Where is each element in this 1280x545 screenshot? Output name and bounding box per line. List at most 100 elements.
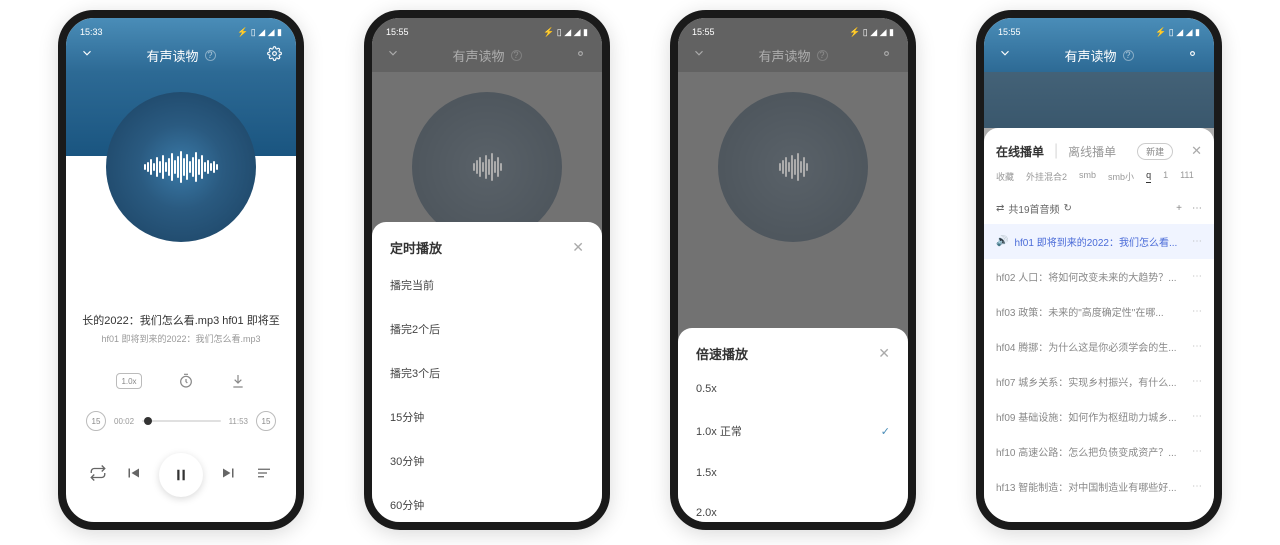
status-time: 15:55 bbox=[386, 27, 409, 37]
waveform-icon bbox=[144, 151, 218, 183]
more-icon[interactable]: ⋯ bbox=[1192, 481, 1202, 492]
playlist-tabs: 在线播单 | 离线播单 新建 ✕ bbox=[984, 142, 1214, 170]
album-disc bbox=[106, 92, 256, 242]
refresh-icon[interactable]: ↻ bbox=[1064, 203, 1072, 214]
status-bar: 15:55 ⚡ ▯ ◢ ◢ ▮ bbox=[678, 22, 908, 42]
timer-option[interactable]: 60分钟 bbox=[372, 483, 602, 527]
playlist-icon[interactable] bbox=[255, 464, 273, 487]
repeat-icon[interactable] bbox=[89, 464, 107, 487]
speaker-icon: 🔊 bbox=[996, 236, 1008, 247]
playlist-item[interactable]: hf13 智能制造：对中国制造业有哪些好...⋯ bbox=[984, 469, 1214, 504]
more-icon[interactable]: ⋯ bbox=[1192, 306, 1202, 317]
next-button[interactable] bbox=[220, 464, 238, 487]
tab-offline[interactable]: 离线播单 bbox=[1068, 143, 1116, 160]
status-time: 15:33 bbox=[80, 27, 103, 37]
count-label: 共19首音频 bbox=[1008, 201, 1059, 216]
timer-option[interactable]: 30分钟 bbox=[372, 439, 602, 483]
chevron-down-icon[interactable] bbox=[998, 46, 1012, 65]
gear-icon[interactable] bbox=[267, 46, 282, 66]
playlist-item[interactable]: hf03 政策：未来的"高度确定性"在哪...⋯ bbox=[984, 294, 1214, 329]
sheet-title: 倍速播放 bbox=[696, 344, 748, 363]
status-bar: 15:33 ⚡ ▯ ◢ ◢ ▮ bbox=[66, 22, 296, 42]
playlist-item[interactable]: hf02 人口：将如何改变未来的大趋势？...⋯ bbox=[984, 259, 1214, 294]
status-bar: 15:55 ⚡ ▯ ◢ ◢ ▮ bbox=[984, 22, 1214, 42]
close-icon[interactable]: ✕ bbox=[1191, 143, 1202, 159]
status-icons: ⚡ ▯ ◢ ◢ ▮ bbox=[237, 27, 282, 38]
chevron-down-icon[interactable] bbox=[80, 46, 94, 65]
source-tabs: 收藏外挂混合2smbsmb小q1111 bbox=[984, 170, 1214, 193]
tab-online[interactable]: 在线播单 bbox=[996, 143, 1044, 160]
header-title: 有声读物? bbox=[1064, 46, 1133, 65]
download-icon[interactable] bbox=[230, 373, 246, 389]
timer-option[interactable]: 播完2个后 bbox=[372, 307, 602, 351]
prev-button[interactable] bbox=[124, 464, 142, 487]
playlist-item[interactable]: hf10 高速公路：怎么把负债变成资产？...⋯ bbox=[984, 434, 1214, 469]
phone-timer-sheet: 15:55 ⚡ ▯ ◢ ◢ ▮ 有声读物? 定时播放 ✕ 播完当前播完2个后播完… bbox=[364, 10, 610, 530]
skip-forward-button[interactable]: 15 bbox=[256, 411, 276, 431]
shuffle-icon[interactable]: ⇄ bbox=[996, 203, 1004, 214]
speed-sheet: 倍速播放 ✕ 0.5x1.0x 正常✓1.5x2.0x bbox=[678, 328, 908, 522]
main-controls bbox=[66, 453, 296, 497]
elapsed-time: 00:02 bbox=[114, 417, 134, 426]
track-subtitle: hf01 即将到来的2022：我们怎么看.mp3 bbox=[78, 332, 284, 345]
playlist-item[interactable]: hf04 腾挪：为什么这是你必须学会的生...⋯ bbox=[984, 329, 1214, 364]
source-tab[interactable]: 1 bbox=[1163, 170, 1168, 183]
playlist-item[interactable]: hf07 城乡关系：实现乡村振兴，有什么...⋯ bbox=[984, 364, 1214, 399]
source-tab[interactable]: smb bbox=[1079, 170, 1096, 183]
skip-back-button[interactable]: 15 bbox=[86, 411, 106, 431]
album-area bbox=[66, 72, 296, 312]
playlist-item[interactable]: hf09 基础设施：如何作为枢纽助力城乡...⋯ bbox=[984, 399, 1214, 434]
more-icon[interactable]: ⋯ bbox=[1192, 341, 1202, 352]
more-icon[interactable]: ⋯ bbox=[1192, 203, 1202, 214]
header-title: 有声读物? bbox=[146, 46, 215, 65]
check-icon: ✓ bbox=[881, 425, 890, 438]
status-icons: ⚡ ▯ ◢ ◢ ▮ bbox=[849, 27, 894, 38]
status-time: 15:55 bbox=[692, 27, 715, 37]
source-tab[interactable]: smb小 bbox=[1108, 170, 1134, 183]
progress-row: 15 00:02 11:53 15 bbox=[66, 403, 296, 439]
play-pause-button[interactable] bbox=[159, 453, 203, 497]
source-tab[interactable]: 收藏 bbox=[996, 170, 1014, 183]
more-icon[interactable]: ⋯ bbox=[1192, 376, 1202, 387]
status-bar: 15:55 ⚡ ▯ ◢ ◢ ▮ bbox=[372, 22, 602, 42]
source-tab[interactable]: q bbox=[1146, 170, 1151, 183]
new-button[interactable]: 新建 bbox=[1137, 143, 1173, 160]
speed-button[interactable]: 1.0x bbox=[116, 373, 141, 389]
close-icon[interactable]: ✕ bbox=[878, 345, 890, 362]
gear-icon[interactable] bbox=[1185, 46, 1200, 66]
source-tab[interactable]: 111 bbox=[1180, 170, 1194, 183]
status-icons: ⚡ ▯ ◢ ◢ ▮ bbox=[543, 27, 588, 38]
track-title: 长的2022：我们怎么看.mp3 hf01 即将至 bbox=[78, 312, 284, 328]
timer-option[interactable]: 播完3个后 bbox=[372, 351, 602, 395]
speed-option[interactable]: 0.5x bbox=[678, 369, 908, 409]
playlist-item[interactable]: 🔊hf01 即将到来的2022：我们怎么看...⋯ bbox=[984, 224, 1214, 259]
status-time: 15:55 bbox=[998, 27, 1021, 37]
source-tab[interactable]: 外挂混合2 bbox=[1026, 170, 1067, 183]
track-info: 长的2022：我们怎么看.mp3 hf01 即将至 hf01 即将到来的2022… bbox=[66, 312, 296, 345]
playlist-count-row: ⇄ 共19首音频 ↻ + ⋯ bbox=[984, 193, 1214, 224]
phone-playlist: 15:55 ⚡ ▯ ◢ ◢ ▮ 有声读物? 在线播单 | 离线播单 新建 ✕ 收… bbox=[976, 10, 1222, 530]
speed-option[interactable]: 1.5x bbox=[678, 453, 908, 493]
speed-option[interactable]: 2.0x bbox=[678, 493, 908, 530]
speed-option[interactable]: 1.0x 正常✓ bbox=[678, 409, 908, 453]
playlist-panel: 在线播单 | 离线播单 新建 ✕ 收藏外挂混合2smbsmb小q1111 ⇄ 共… bbox=[984, 128, 1214, 522]
secondary-controls: 1.0x bbox=[66, 373, 296, 389]
more-icon[interactable]: ⋯ bbox=[1192, 411, 1202, 422]
sheet-title: 定时播放 bbox=[390, 238, 442, 257]
more-icon[interactable]: ⋯ bbox=[1192, 271, 1202, 282]
status-icons: ⚡ ▯ ◢ ◢ ▮ bbox=[1155, 27, 1200, 38]
more-icon[interactable]: ⋯ bbox=[1192, 446, 1202, 457]
timer-option[interactable]: 取消定时 bbox=[372, 527, 602, 530]
timer-option[interactable]: 播完当前 bbox=[372, 263, 602, 307]
info-icon: ? bbox=[1123, 50, 1134, 61]
timer-option[interactable]: 15分钟 bbox=[372, 395, 602, 439]
progress-bar[interactable] bbox=[142, 420, 221, 422]
info-icon[interactable]: ? bbox=[205, 50, 216, 61]
close-icon[interactable]: ✕ bbox=[572, 239, 584, 256]
timer-sheet: 定时播放 ✕ 播完当前播完2个后播完3个后15分钟30分钟60分钟取消定时 bbox=[372, 222, 602, 522]
phone-player: 15:33 ⚡ ▯ ◢ ◢ ▮ 有声读物? 长的2022：我们怎么看.mp3 h… bbox=[58, 10, 304, 530]
timer-icon[interactable] bbox=[178, 373, 194, 389]
phone-speed-sheet: 15:55 ⚡ ▯ ◢ ◢ ▮ 有声读物? 么看.mp3 hf01 即将到来的2… bbox=[670, 10, 916, 530]
more-icon[interactable]: ⋯ bbox=[1192, 236, 1202, 247]
add-icon[interactable]: + bbox=[1176, 203, 1182, 214]
